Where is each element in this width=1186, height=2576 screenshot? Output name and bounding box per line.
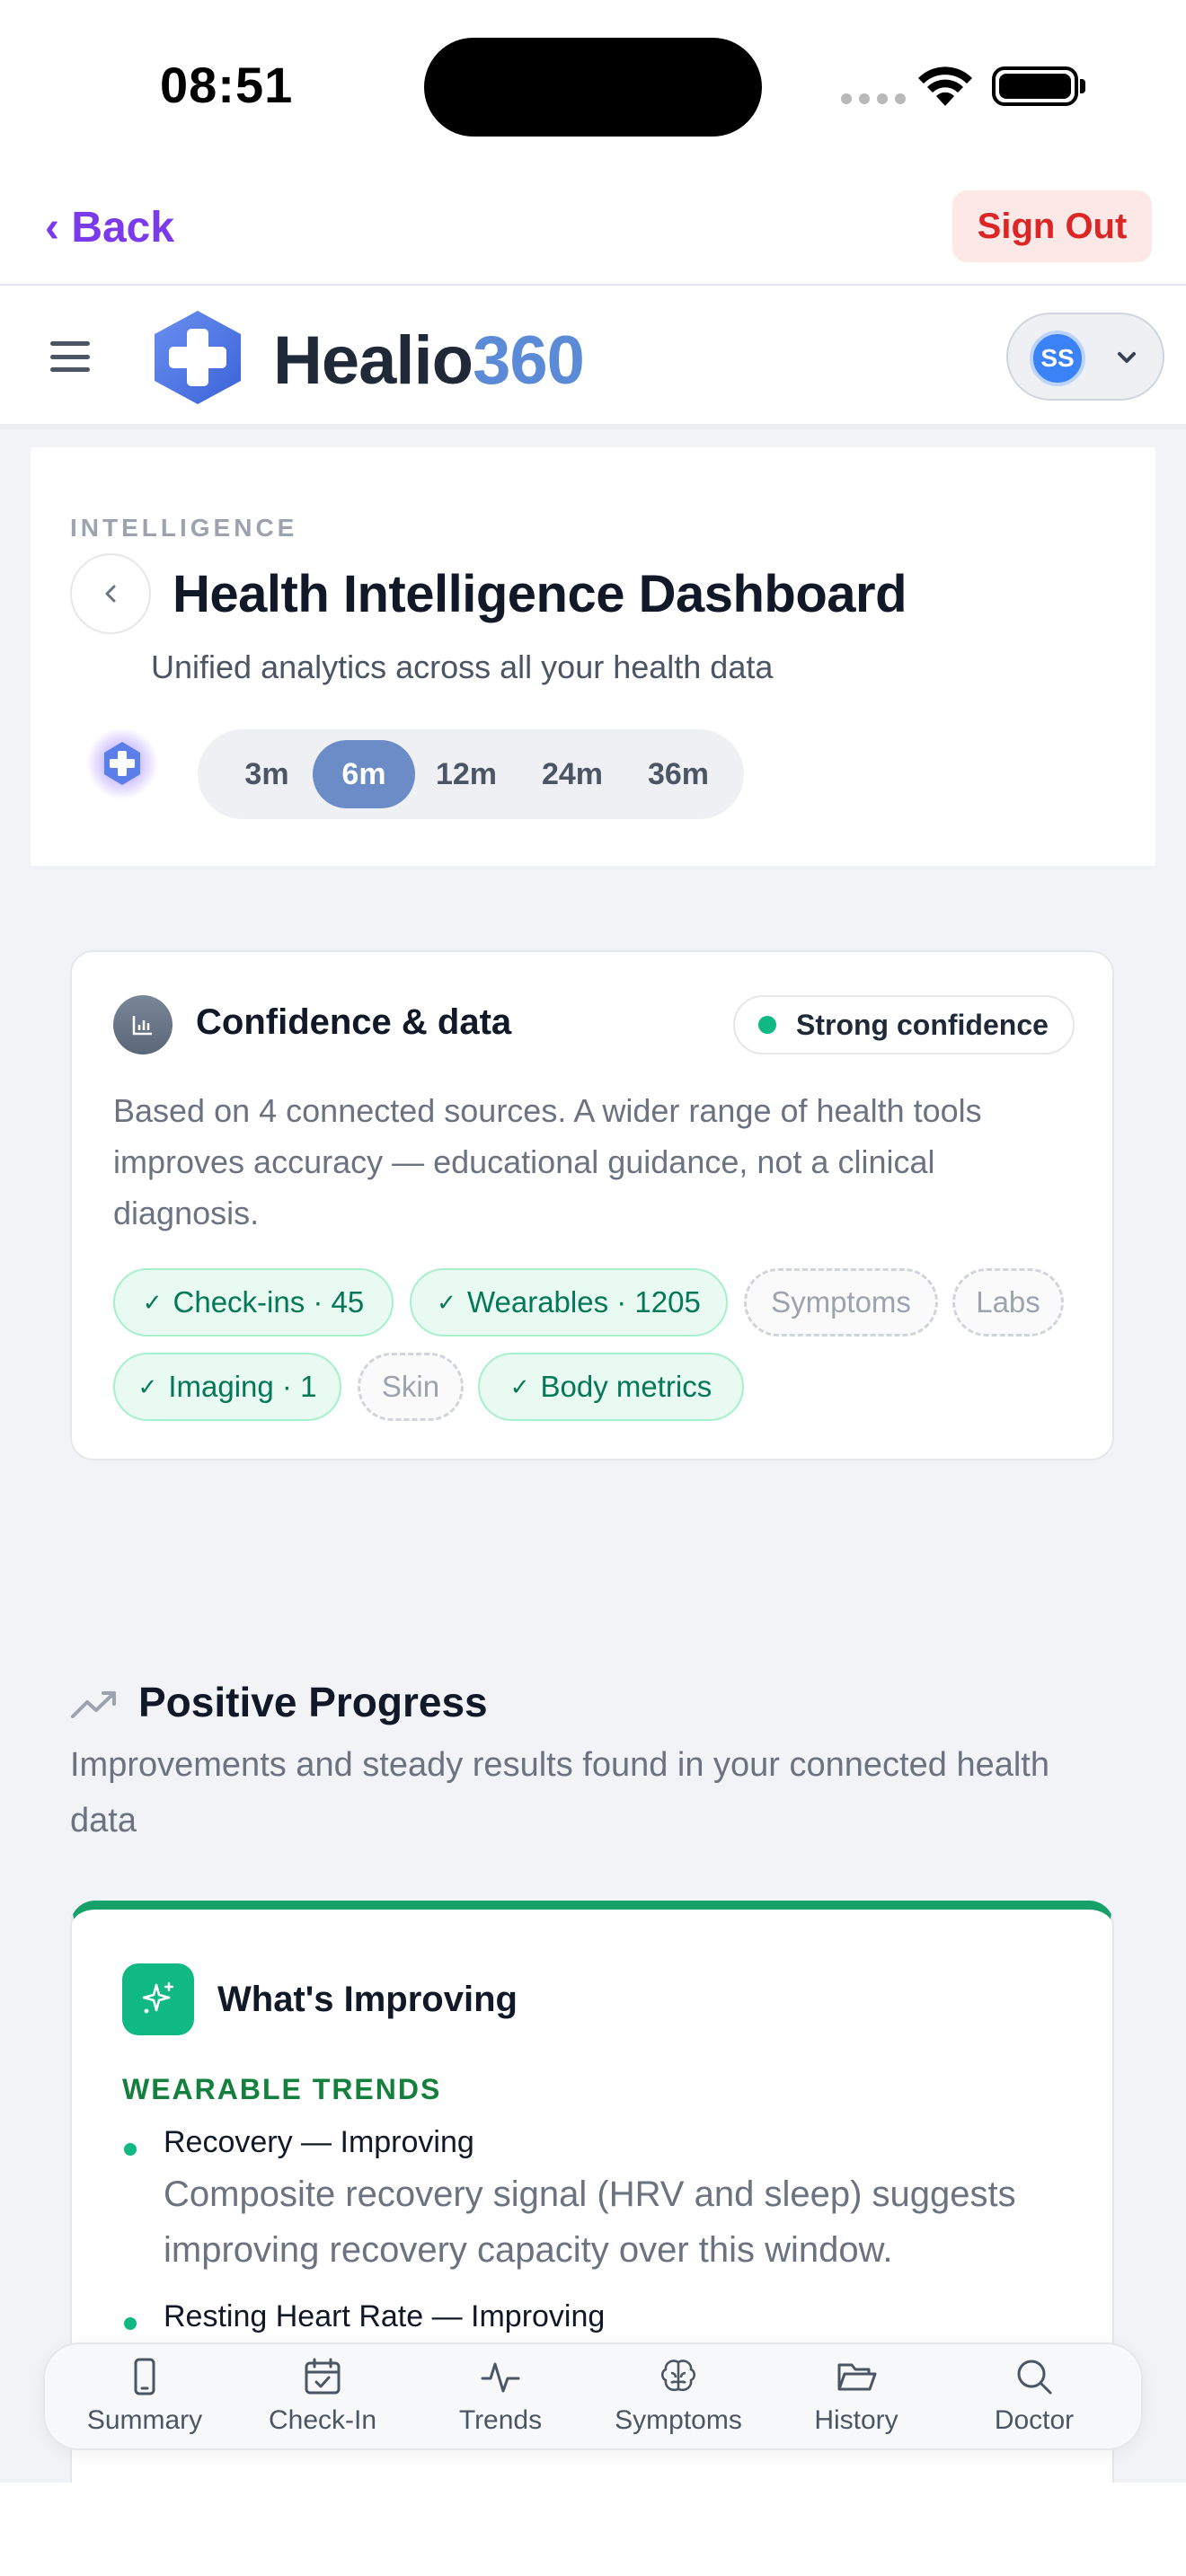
bar-chart-icon [113,995,173,1054]
trend-item-title: Resting Heart Rate — Improving [164,2299,606,2333]
main-content: INTELLIGENCE Health Intelligence Dashboa… [0,429,1186,2483]
range-option-24m[interactable]: 24m [523,740,622,808]
tab-label: Trends [458,2405,543,2435]
sparkles-icon [122,1963,194,2035]
battery-cap [1080,79,1085,93]
top-nav-bar: ‹ Back Sign Out [0,171,1186,286]
trend-item-title: Recovery — Improving [164,2125,474,2159]
hero-back-button[interactable] [70,553,151,634]
battery-icon [992,66,1078,106]
wifi-icon [918,66,972,106]
cellular-signal-icon [841,93,906,104]
confidence-description: Based on 4 connected sources. A wider ra… [113,1092,982,1231]
tab-check-in[interactable]: Check-In [237,2355,408,2445]
activity-icon [481,2362,520,2393]
bullet-dot [124,2143,137,2156]
brand-logo-text: Healio360 [273,322,585,399]
hero-panel: INTELLIGENCE Health Intelligence Dashboa… [31,447,1155,866]
check-icon: ✓ [142,1288,163,1316]
tab-label: Symptoms [615,2405,742,2435]
confidence-title: Confidence & data [196,1002,512,1042]
brain-icon [660,2360,696,2392]
status-time: 08:51 [160,57,294,113]
confidence-card: Confidence & data Strong confidence Base… [70,950,1114,1460]
dynamic-island [424,38,762,137]
chevron-down-icon [1118,352,1136,363]
phone-icon [134,2358,155,2395]
check-icon: ✓ [509,1372,530,1400]
trending-up-icon [71,1691,116,1718]
eyebrow-label: INTELLIGENCE [70,514,298,542]
tab-label: Summary [86,2405,203,2435]
sign-out-button[interactable]: Sign Out [952,190,1152,262]
logo-hexagon-cross-icon [155,311,241,404]
page-title: Health Intelligence Dashboard [173,565,907,623]
source-chip-wearables: ✓ Wearables · 1205 [410,1268,728,1337]
time-range-selector: 3m 6m 12m 24m 36m [198,729,744,819]
folder-open-icon [837,2363,877,2391]
bottom-tab-bar: Summary Check-In Trends Symptoms History… [43,2342,1143,2450]
range-option-36m[interactable]: 36m [629,740,728,808]
page-subtitle: Unified analytics across all your health… [151,648,774,685]
check-icon: ✓ [137,1372,158,1400]
tab-label: Check-In [268,2405,377,2435]
positive-progress-title: Positive Progress [138,1679,488,1725]
avatar: SS [1030,331,1085,386]
confidence-badge: Strong confidence [733,995,1075,1054]
chevron-left-icon [105,585,116,603]
trend-item-description: Composite recovery signal (HRV and sleep… [164,2175,1016,2270]
status-dot [758,1016,776,1034]
bullet-dot [124,2317,137,2330]
tab-trends[interactable]: Trends [415,2355,586,2445]
tab-summary[interactable]: Summary [59,2355,230,2445]
source-chip-checkins: ✓ Check-ins · 45 [113,1268,394,1337]
search-icon [1017,2360,1052,2395]
tab-symptoms[interactable]: Symptoms [593,2355,764,2445]
source-chip-skin: Skin [358,1353,464,1421]
source-chip-symptoms: Symptoms [744,1268,938,1337]
profile-menu-button[interactable]: SS [1006,313,1164,401]
source-chip-imaging: ✓ Imaging · 1 [113,1353,341,1421]
menu-icon[interactable] [50,341,90,372]
range-option-3m[interactable]: 3m [217,740,316,808]
tab-doctor[interactable]: Doctor [949,2355,1120,2445]
range-option-6m[interactable]: 6m [313,740,415,808]
section-label: WEARABLE TRENDS [122,2073,442,2105]
improving-title: What's Improving [217,1980,518,2019]
tab-label: History [814,2405,898,2435]
tab-label: Doctor [994,2405,1075,2435]
app-header: Healio360 SS [0,286,1186,429]
bottom-safe-area [0,2483,1186,2576]
check-icon: ✓ [437,1288,456,1316]
range-option-12m[interactable]: 12m [417,740,516,808]
source-chip-labs: Labs [952,1268,1064,1337]
tab-history[interactable]: History [771,2355,942,2445]
hexagon-cross-icon [86,728,158,799]
back-link[interactable]: ‹ Back [45,203,174,252]
source-chip-body-metrics: ✓ Body metrics [478,1353,744,1421]
calendar-check-icon [305,2358,341,2395]
positive-progress-subtitle: Improvements and steady results found in… [70,1746,1049,1839]
status-bar: 08:51 [0,0,1186,171]
